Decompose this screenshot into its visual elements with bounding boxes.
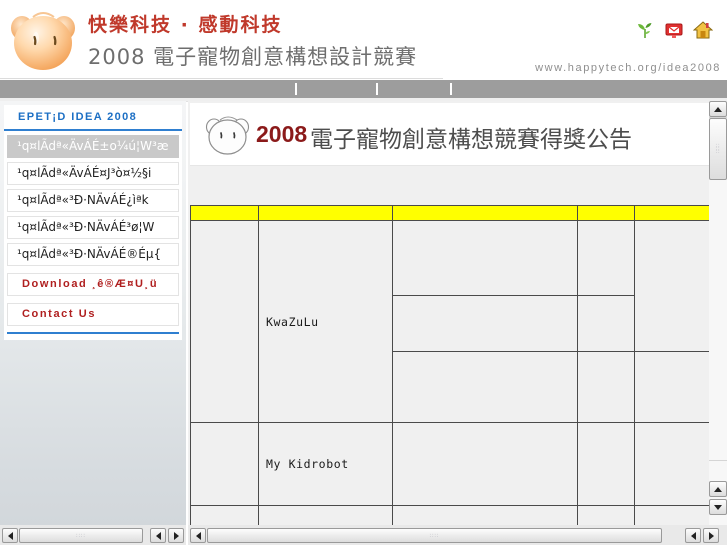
home-icon[interactable]: [693, 20, 713, 40]
sidebar-menu-box: EPET¡D IDEA 2008 ¹q¤lÃdª«ÄvÁÉ±o¼ú¦W³æ ¹q…: [4, 105, 182, 340]
main-scroll-right-button[interactable]: [703, 528, 719, 543]
header-cell-1: [258, 205, 393, 221]
sprout-icon[interactable]: [635, 20, 655, 40]
main-scroll-left-button-2[interactable]: [685, 528, 701, 543]
table-row: My Kidrobot: [190, 422, 712, 506]
main-scroll-left-button[interactable]: [190, 528, 206, 543]
banner-subtitle: 2008 電子寵物創意構想設計競賽: [88, 45, 418, 69]
content-title-year: 2008: [256, 121, 308, 147]
cell-r0-c4: [634, 220, 712, 352]
cell-r1-c3: [577, 295, 635, 352]
bear-head-outline-icon: [205, 116, 250, 155]
sidebar-title: EPET¡D IDEA 2008: [4, 105, 182, 131]
award-table: KwaZuLu My Kidrobot: [190, 205, 712, 525]
main-scroll-up-button-2[interactable]: [709, 481, 727, 497]
sidebar-contact-link[interactable]: Contact Us: [7, 303, 179, 326]
cell-r3-c2: [392, 422, 578, 506]
grip-icon: ∷ ∷ ∷: [715, 142, 721, 156]
sidebar-item-3[interactable]: ¹q¤lÃdª«³Ð·NÄvÁÉ³ø¦W: [7, 216, 179, 239]
cell-r0-c3: [577, 220, 635, 296]
cell-r0-c2: [392, 220, 578, 296]
cell-r1-c2: [392, 295, 578, 352]
left-scroll-left-button-2[interactable]: [150, 528, 166, 543]
main-scroll-up-button[interactable]: [709, 101, 727, 117]
cell-r0-c1: KwaZuLu: [258, 220, 393, 423]
bear-head-logo-icon: [11, 12, 75, 70]
left-scroll-right-button[interactable]: [168, 528, 184, 543]
sidebar-item-2[interactable]: ¹q¤lÃdª«³Ð·NÄvÁÉ¿ìªk: [7, 189, 179, 212]
chevron-down-icon: [714, 504, 722, 510]
header-cell-2: [392, 205, 578, 221]
cell-r4-c3: [577, 505, 635, 525]
left-horizontal-thumb[interactable]: ∷∷: [19, 528, 143, 543]
table-row: / /: [190, 505, 712, 525]
cell-r0-c0: [190, 220, 259, 423]
site-banner: 快樂科技 · 感動科技 2008 電子寵物創意構想設計競賽 www.happyt…: [0, 0, 727, 80]
top-nav-bar[interactable]: [0, 80, 727, 98]
banner-icon-group: [635, 20, 713, 40]
cell-r3-c4: [634, 422, 712, 506]
chevron-right-icon: [173, 531, 179, 540]
cell-r2-c2: [392, 351, 578, 423]
banner-title-zh: 快樂科技 · 感動科技: [88, 14, 283, 36]
content-header: 2008 電子寵物創意構想競賽得獎公告: [190, 103, 712, 166]
chevron-left-icon: [195, 531, 201, 540]
main-horizontal-thumb[interactable]: ∷∷: [207, 528, 662, 543]
main-horizontal-scrollbar[interactable]: ∷∷: [188, 525, 727, 545]
cell-r2-c4: [634, 351, 712, 423]
sidebar-bottom-rule: [7, 332, 179, 334]
sidebar-download-link[interactable]: Download ¸ê®Æ¤U¸ü: [7, 273, 179, 296]
header-cell-4: [634, 205, 712, 221]
header-cell-3: [577, 205, 635, 221]
main-scroll-down-button[interactable]: [709, 499, 727, 515]
grip-icon: ∷∷: [76, 532, 86, 539]
nav-separator-1: [295, 83, 297, 95]
cell-r3-c3: [577, 422, 635, 506]
award-table-wrapper: KwaZuLu My Kidrobot: [190, 205, 712, 525]
cell-r4-c1: [258, 505, 393, 525]
main-vertical-thumb[interactable]: ∷ ∷ ∷: [709, 118, 727, 180]
chevron-left-icon: [155, 531, 161, 540]
table-header-row: [190, 205, 712, 221]
content-title-text: 電子寵物創意構想競賽得獎公告: [310, 127, 632, 153]
cell-r4-c0: [190, 505, 259, 525]
cell-r4-c2: /: [392, 505, 578, 525]
grip-icon: ∷∷: [429, 532, 440, 539]
header-cell-0: [190, 205, 259, 221]
site-url: www.happytech.org/idea2008: [535, 62, 721, 74]
nav-separator-2: [376, 83, 378, 95]
left-scroll-left-button[interactable]: [2, 528, 18, 543]
main-vertical-scrollbar[interactable]: ∷ ∷ ∷: [709, 101, 727, 525]
table-row: KwaZuLu: [190, 220, 712, 423]
chevron-left-icon: [690, 531, 696, 540]
chevron-up-icon: [714, 106, 722, 112]
chevron-up-icon: [714, 486, 722, 492]
left-sidebar-frame: EPET¡D IDEA 2008 ¹q¤lÃdª«ÄvÁÉ±o¼ú¦W³æ ¹q…: [0, 101, 186, 525]
sidebar-item-0[interactable]: ¹q¤lÃdª«ÄvÁÉ±o¼ú¦W³æ: [7, 135, 179, 158]
cell-r3-c1: My Kidrobot: [258, 422, 393, 506]
cell-r4-c4: /: [634, 505, 712, 525]
browser-page: 快樂科技 · 感動科技 2008 電子寵物創意構想設計競賽 www.happyt…: [0, 0, 727, 545]
left-horizontal-scrollbar[interactable]: ∷∷: [0, 525, 186, 545]
sidebar-item-4[interactable]: ¹q¤lÃdª«³Ð·NÄvÁÉ®Éµ{: [7, 243, 179, 266]
chevron-right-icon: [708, 531, 714, 540]
cell-r3-c0: [190, 422, 259, 506]
main-content-frame: 2008 電子寵物創意構想競賽得獎公告 KwaZuLu My Kidrobot: [188, 101, 727, 525]
nav-separator-3: [450, 83, 452, 95]
chevron-left-icon: [7, 531, 13, 540]
sidebar-item-1[interactable]: ¹q¤lÃdª«ÄvÁÉ¤J³ò¤½§i: [7, 162, 179, 185]
cell-r2-c3: [577, 351, 635, 423]
mailbox-icon[interactable]: [664, 20, 684, 40]
